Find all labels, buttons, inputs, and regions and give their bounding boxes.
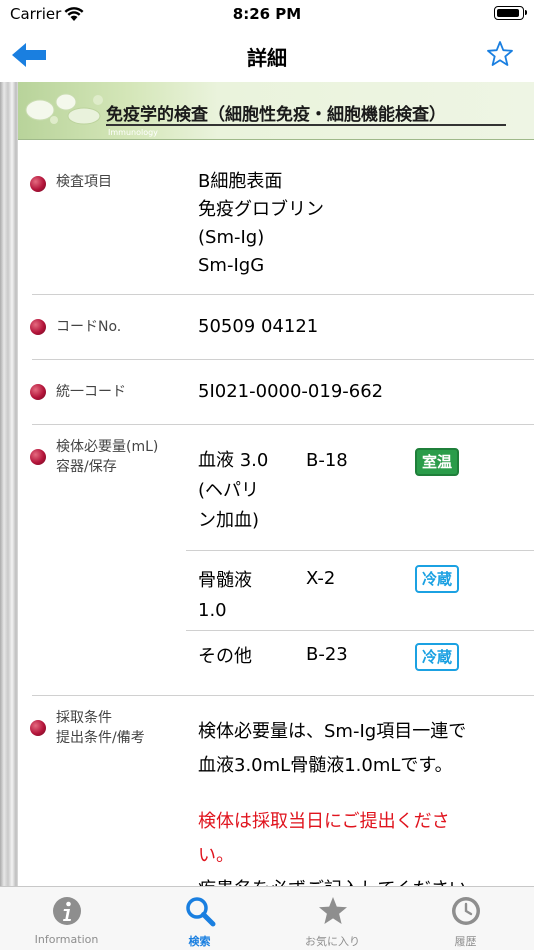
title-underline — [106, 124, 506, 126]
test-item-line-2: 免疫グロブリン — [198, 199, 324, 220]
specimen-amount-line: その他 — [198, 646, 252, 667]
tab-information[interactable]: Information — [0, 887, 133, 950]
star-outline-icon — [487, 41, 513, 66]
detail-content[interactable]: 免疫学的検査（細胞性免疫・細胞機能検査） Immunology 検査項目 B細胞… — [0, 82, 534, 886]
cells-illustration — [25, 93, 103, 125]
specimen-amount-line: 血液 3.0 — [198, 450, 269, 471]
test-item-label: 検査項目 — [56, 174, 112, 190]
test-item-line-3: (Sm-Ig) — [198, 227, 265, 248]
container-storage-label: 容器/保存 — [56, 459, 117, 475]
test-item-row: 検査項目 B細胞表面 免疫グロブリン (Sm-Ig) Sm-IgG — [18, 140, 534, 294]
specimen-row: 検体必要量(mL) 容器/保存 血液 3.0 (ヘパリ ン加血) B-18 室温… — [18, 425, 534, 695]
status-bar: Carrier 8:26 PM — [0, 0, 534, 30]
specimen-amount-line: (ヘパリ — [198, 480, 260, 501]
clock-time: 8:26 PM — [232, 5, 302, 23]
specimen-amount-line: 1.0 — [198, 600, 227, 621]
tab-label: 履歴 — [454, 935, 477, 948]
battery-icon — [494, 6, 527, 20]
specimen-label: 検体必要量(mL) — [56, 439, 159, 455]
collection-conditions-label: 採取条件 — [56, 710, 112, 726]
bullet-icon — [30, 720, 46, 736]
storage-badge: 室温 — [415, 448, 459, 476]
tab-label: 検索 — [188, 935, 211, 948]
bullet-icon — [30, 176, 46, 192]
tab-label: Information — [34, 933, 99, 946]
star-icon — [318, 897, 347, 924]
category-subtitle: Immunology — [108, 128, 158, 137]
tab-history[interactable]: 履歴 — [399, 887, 532, 950]
container-code: B-23 — [306, 644, 348, 665]
storage-badge: 冷蔵 — [415, 643, 459, 671]
tab-bar: Information 検索 お気に入り 履歴 — [0, 886, 534, 950]
specimen-amount-line: ン加血) — [198, 510, 260, 531]
warning-text-line: い。 — [198, 845, 234, 866]
favorite-button[interactable] — [486, 40, 516, 70]
container-code: B-18 — [306, 450, 348, 471]
test-item-line-1: B細胞表面 — [198, 171, 283, 192]
book-spine — [0, 82, 18, 886]
tab-label: お気に入り — [305, 935, 360, 948]
notes-text-line: 血液3.0mL骨髄液1.0mLです。 — [198, 755, 453, 776]
unified-code-label: 統一コード — [56, 384, 126, 400]
unified-code-row: 統一コード 5I021-0000-019-662 — [18, 360, 534, 424]
notes-text-line: 疾患名を必ずご記入してください — [198, 876, 467, 886]
notes-row: 採取条件 提出条件/備考 検体必要量は、Sm-Ig項目一連で 血液3.0mL骨髄… — [18, 696, 534, 886]
page-title: 詳細 — [247, 46, 287, 70]
unified-code-value: 5I021-0000-019-662 — [198, 381, 384, 402]
divider — [186, 550, 534, 551]
bullet-icon — [30, 449, 46, 465]
bullet-icon — [30, 384, 46, 400]
category-banner: 免疫学的検査（細胞性免疫・細胞機能検査） Immunology — [18, 82, 534, 140]
info-icon — [52, 897, 81, 925]
bullet-icon — [30, 319, 46, 335]
divider — [186, 630, 534, 631]
warning-text-line: 検体は採取当日にご提出くださ — [198, 811, 450, 832]
container-code: X-2 — [306, 568, 336, 589]
clock-icon — [451, 897, 480, 925]
test-item-line-4: Sm-IgG — [198, 255, 265, 276]
notes-text-line: 検体必要量は、Sm-Ig項目一連で — [198, 721, 467, 742]
code-row: コードNo. 50509 04121 — [18, 295, 534, 359]
code-value: 50509 04121 — [198, 316, 319, 337]
search-icon — [185, 897, 215, 927]
category-title: 免疫学的検査（細胞性免疫・細胞機能検査） — [106, 105, 446, 125]
specimen-amount-line: 骨髄液 — [198, 570, 252, 591]
submission-notes-label: 提出条件/備考 — [56, 730, 145, 746]
navigation-bar: 詳細 — [0, 30, 534, 80]
tab-search[interactable]: 検索 — [133, 887, 266, 950]
storage-badge: 冷蔵 — [415, 565, 459, 593]
code-label: コードNo. — [56, 319, 122, 335]
tab-favorites[interactable]: お気に入り — [266, 887, 399, 950]
